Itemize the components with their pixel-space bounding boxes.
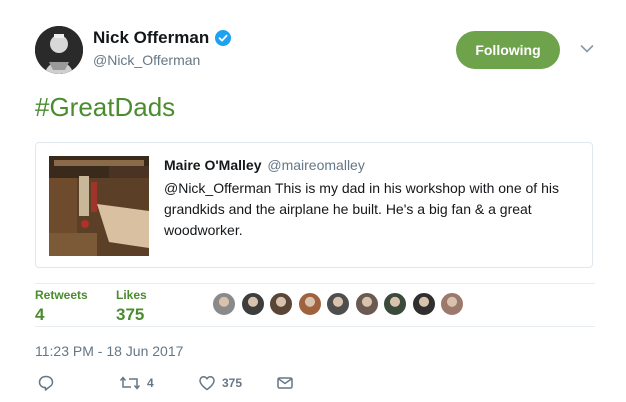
reply-icon — [38, 375, 54, 391]
direct-message-button[interactable] — [276, 374, 294, 392]
tweet-stats: Retweets 4 Likes 375 — [35, 283, 595, 327]
likes-label: Likes — [116, 288, 147, 302]
tweet-timestamp[interactable]: 11:23 PM - 18 Jun 2017 — [35, 343, 183, 359]
tweet-actions: 4 375 — [35, 374, 335, 394]
author-handle[interactable]: @Nick_Offerman — [93, 52, 200, 68]
quoted-tweet-author[interactable]: Maire O'Malley @maireomalley — [164, 157, 365, 173]
message-icon — [277, 377, 293, 389]
liker-avatar[interactable] — [354, 292, 379, 316]
retweet-icon — [119, 376, 141, 390]
like-button[interactable]: 375 — [198, 374, 242, 392]
retweets-stat[interactable]: Retweets 4 — [35, 288, 88, 325]
retweets-label: Retweets — [35, 288, 88, 302]
liker-avatar[interactable] — [440, 292, 464, 316]
quoted-tweet-photo — [49, 156, 149, 256]
retweet-count: 4 — [147, 376, 154, 390]
retweet-button[interactable]: 4 — [119, 374, 154, 392]
verified-badge-icon — [215, 30, 232, 46]
liker-avatar[interactable] — [383, 292, 407, 316]
author-name-row: Nick Offerman — [93, 28, 232, 48]
likes-stat[interactable]: Likes 375 — [116, 288, 147, 325]
likes-count: 375 — [116, 305, 145, 324]
liker-avatar[interactable] — [212, 292, 236, 316]
liker-avatar[interactable] — [411, 292, 436, 316]
chevron-down-icon[interactable] — [580, 44, 594, 54]
retweets-count: 4 — [35, 305, 45, 324]
quoted-tweet-card[interactable]: Maire O'Malley @maireomalley @Nick_Offer… — [35, 142, 593, 268]
reply-button[interactable] — [37, 374, 55, 392]
tweet-text-hashtag[interactable]: #GreatDads — [35, 92, 175, 122]
heart-icon — [199, 376, 215, 391]
author-name[interactable]: Nick Offerman — [93, 28, 209, 48]
quoted-author-handle: @maireomalley — [267, 157, 365, 173]
quoted-tweet-text: @Nick_Offerman This is my dad in his wor… — [164, 180, 559, 238]
quoted-author-name: Maire O'Malley — [164, 157, 262, 173]
like-count: 375 — [222, 376, 243, 390]
author-avatar[interactable] — [35, 26, 83, 74]
liker-avatar[interactable] — [269, 292, 293, 316]
likers-avatars — [212, 292, 469, 316]
liker-avatar[interactable] — [297, 292, 322, 316]
following-button[interactable]: Following — [456, 31, 560, 69]
liker-avatar[interactable] — [240, 292, 265, 316]
liker-avatar[interactable] — [326, 292, 350, 316]
